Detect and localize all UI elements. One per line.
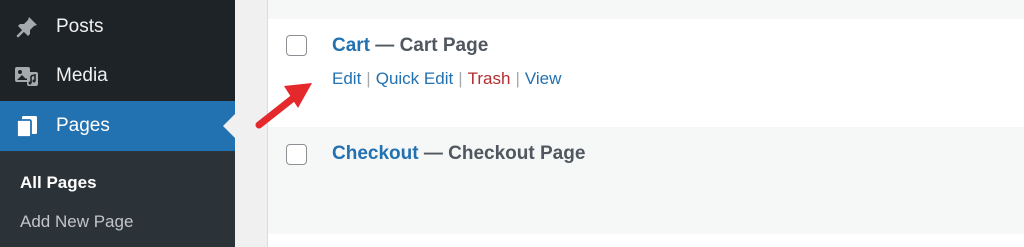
page-state: — Cart Page [375,35,489,56]
sidebar-item-media[interactable]: Media [0,51,235,101]
row-checkbox[interactable] [286,35,307,56]
row-title-line: Checkout — Checkout Page [332,143,585,165]
row-title-line: Cart — Cart Page [332,35,488,57]
row-actions: Edit | Quick Edit | Trash | View [332,69,561,89]
sidebar-item-pages[interactable]: Pages [0,101,235,151]
page-title-link[interactable]: Cart [332,35,370,56]
submenu-item-all-pages[interactable]: All Pages [20,173,97,193]
pages-icon [14,113,40,139]
edit-link[interactable]: Edit [332,69,361,88]
submenu-item-add-new-page[interactable]: Add New Page [20,212,133,232]
row-checkbox[interactable] [286,144,307,165]
table-row [268,0,1024,19]
table-row [268,234,1024,247]
page-title-link[interactable]: Checkout [332,143,419,164]
separator: | [515,69,520,88]
pages-list-table: Cart — Cart Page Edit | Quick Edit | Trash | V… [267,0,1024,247]
active-indicator [223,114,235,138]
table-row: Cart — Cart Page Edit | Quick Edit | Trash | V… [268,19,1024,127]
sidebar-item-label: Pages [56,115,110,136]
admin-sidebar: Posts Media Pages All Pages Add New Page [0,0,235,247]
sidebar-item-label: Media [56,65,108,86]
media-icon [14,63,40,89]
separator: | [366,69,371,88]
pages-submenu: All Pages Add New Page [0,151,235,247]
pushpin-icon [14,14,40,40]
page-state: — Checkout Page [423,143,586,164]
separator: | [458,69,463,88]
sidebar-item-posts[interactable]: Posts [0,2,235,52]
quick-edit-link[interactable]: Quick Edit [376,69,453,88]
sidebar-item-label: Posts [56,16,104,37]
view-link[interactable]: View [525,69,562,88]
table-row: Checkout — Checkout Page [268,127,1024,234]
trash-link[interactable]: Trash [468,69,511,88]
